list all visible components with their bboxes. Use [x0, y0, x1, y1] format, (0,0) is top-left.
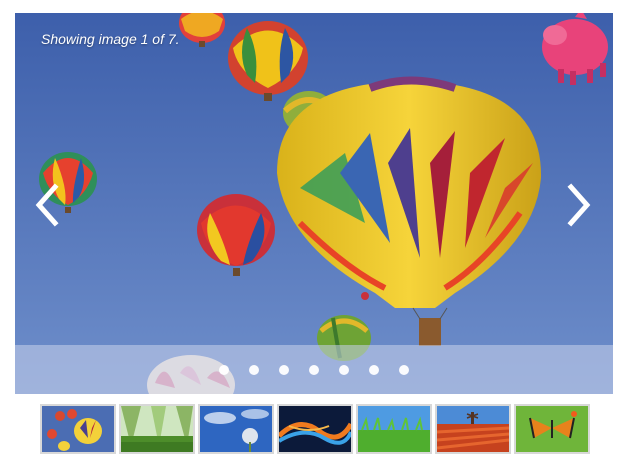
thumbnail-abstract-light[interactable] — [277, 404, 353, 454]
pagination-dots — [15, 365, 613, 375]
slide-dot-3[interactable] — [279, 365, 289, 375]
slide-dot-5[interactable] — [339, 365, 349, 375]
next-button[interactable] — [565, 183, 595, 227]
main-image — [15, 13, 613, 394]
image-caption: Showing image 1 of 7. — [41, 31, 180, 47]
thumbnail-tulip-field[interactable] — [435, 404, 511, 454]
slide-dot-7[interactable] — [399, 365, 409, 375]
slide-dot-6[interactable] — [369, 365, 379, 375]
thumbnail-forest[interactable] — [119, 404, 195, 454]
thumbnail-dandelion[interactable] — [198, 404, 274, 454]
image-viewer: Showing image 1 of 7. — [15, 13, 613, 394]
slide-dot-1[interactable] — [219, 365, 229, 375]
pagination-bar — [15, 345, 613, 394]
thumbnail-strip — [40, 404, 590, 454]
thumbnail-butterfly[interactable] — [514, 404, 590, 454]
thumbnail-grass[interactable] — [356, 404, 432, 454]
slide-dot-2[interactable] — [249, 365, 259, 375]
slide-dot-4[interactable] — [309, 365, 319, 375]
thumbnail-balloons[interactable] — [40, 404, 116, 454]
previous-button[interactable] — [31, 183, 61, 227]
chevron-left-icon — [35, 183, 59, 227]
chevron-right-icon — [567, 183, 591, 227]
